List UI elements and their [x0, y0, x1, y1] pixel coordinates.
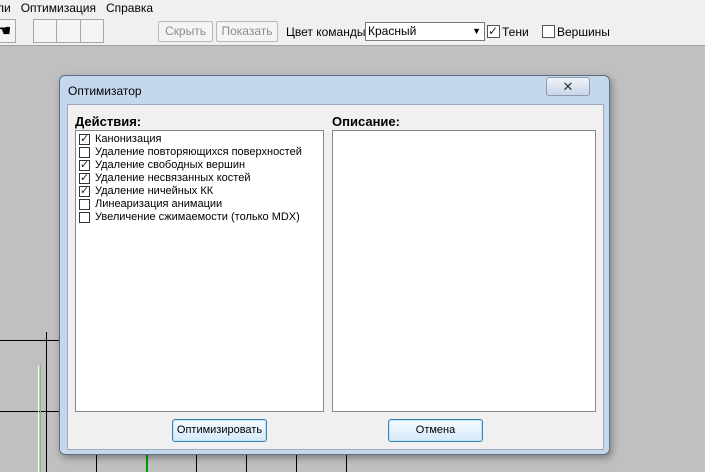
- action-remove-free-vertices[interactable]: ✓ Удаление свободных вершин: [79, 159, 245, 172]
- grid-line: [46, 332, 47, 472]
- axis-line-green: [146, 454, 148, 472]
- action-checkbox[interactable]: ✓: [79, 185, 90, 197]
- actions-list[interactable]: ✓ Канонизация Удаление повторяющихся пов…: [75, 130, 324, 412]
- action-remove-unlinked-bones[interactable]: ✓ Удаление несвязанных костей: [79, 172, 250, 185]
- menu-bar: ли Оптимизация Справка: [0, 0, 705, 16]
- action-checkbox[interactable]: [79, 199, 90, 210]
- checkmark-icon: ✓: [488, 24, 499, 38]
- toolbar-button-3[interactable]: [80, 19, 104, 43]
- shadows-checkbox[interactable]: ✓: [487, 24, 500, 38]
- optimize-button[interactable]: Оптимизировать: [172, 419, 267, 442]
- grid-line-highlight: [38, 366, 39, 472]
- show-button[interactable]: Показать: [216, 21, 278, 42]
- dialog-title: Оптимизатор: [68, 84, 142, 98]
- menu-item-help[interactable]: Справка: [101, 0, 158, 16]
- action-label: Удаление повторяющихся поверхностей: [95, 146, 302, 158]
- grid-line: [0, 411, 62, 412]
- close-button[interactable]: ✕: [546, 77, 590, 96]
- team-color-select[interactable]: Красный ▼: [365, 22, 485, 41]
- description-box[interactable]: [332, 130, 596, 412]
- action-linearize-animation[interactable]: Линеаризация анимации: [79, 198, 222, 211]
- action-label: Удаление несвязанных костей: [95, 172, 251, 184]
- vertices-checkbox[interactable]: [542, 25, 555, 38]
- action-increase-compressibility[interactable]: Увеличение сжимаемости (только MDX): [79, 211, 300, 224]
- hand-icon: ☚: [0, 23, 12, 40]
- grid-line: [346, 454, 347, 472]
- vertices-label: Вершины: [557, 25, 610, 39]
- grid-line-highlight: [40, 364, 41, 472]
- toolbar: ☚ Скрыть Показать Цвет команды: Красный …: [0, 16, 705, 46]
- hand-tool-button[interactable]: ☚: [0, 19, 16, 43]
- action-checkbox[interactable]: ✓: [79, 133, 90, 145]
- shadows-label: Тени: [502, 25, 529, 39]
- action-label: Линеаризация анимации: [95, 198, 223, 210]
- team-color-value: Красный: [368, 24, 417, 38]
- action-canonization[interactable]: ✓ Канонизация: [79, 133, 162, 146]
- team-color-label: Цвет команды:: [286, 25, 369, 39]
- dropdown-arrow-icon: ▼: [472, 26, 481, 36]
- action-remove-duplicate-faces[interactable]: Удаление повторяющихся поверхностей: [79, 146, 302, 159]
- actions-label: Действия:: [75, 114, 142, 129]
- grid-line: [246, 454, 247, 472]
- action-remove-orphan-kk[interactable]: ✓ Удаление ничейных КК: [79, 185, 213, 198]
- checkmark-icon: ✓: [80, 185, 90, 197]
- checkmark-icon: ✓: [80, 133, 90, 145]
- close-icon: ✕: [562, 79, 574, 94]
- menu-item-optimization[interactable]: Оптимизация: [16, 0, 101, 16]
- grid-line: [296, 454, 297, 472]
- grid-line: [196, 454, 197, 472]
- grid-line: [0, 340, 62, 341]
- cancel-button[interactable]: Отмена: [388, 419, 483, 442]
- action-label: Удаление свободных вершин: [95, 159, 246, 171]
- action-label: Удаление ничейных КК: [95, 185, 214, 197]
- description-label: Описание:: [332, 114, 400, 129]
- hide-button[interactable]: Скрыть: [158, 21, 213, 42]
- menu-item-truncated[interactable]: ли: [0, 0, 16, 16]
- action-label: Увеличение сжимаемости (только MDX): [95, 211, 300, 223]
- action-checkbox[interactable]: [79, 212, 90, 223]
- toolbar-button-2[interactable]: [56, 19, 81, 43]
- action-label: Канонизация: [95, 133, 162, 145]
- toolbar-button-1[interactable]: [33, 19, 57, 43]
- optimizer-dialog: Оптимизатор ✕ Действия: Описание: ✓ Кано…: [59, 75, 610, 455]
- dialog-client-area: Действия: Описание: ✓ Канонизация Удален…: [67, 104, 604, 450]
- grid-line: [96, 454, 97, 472]
